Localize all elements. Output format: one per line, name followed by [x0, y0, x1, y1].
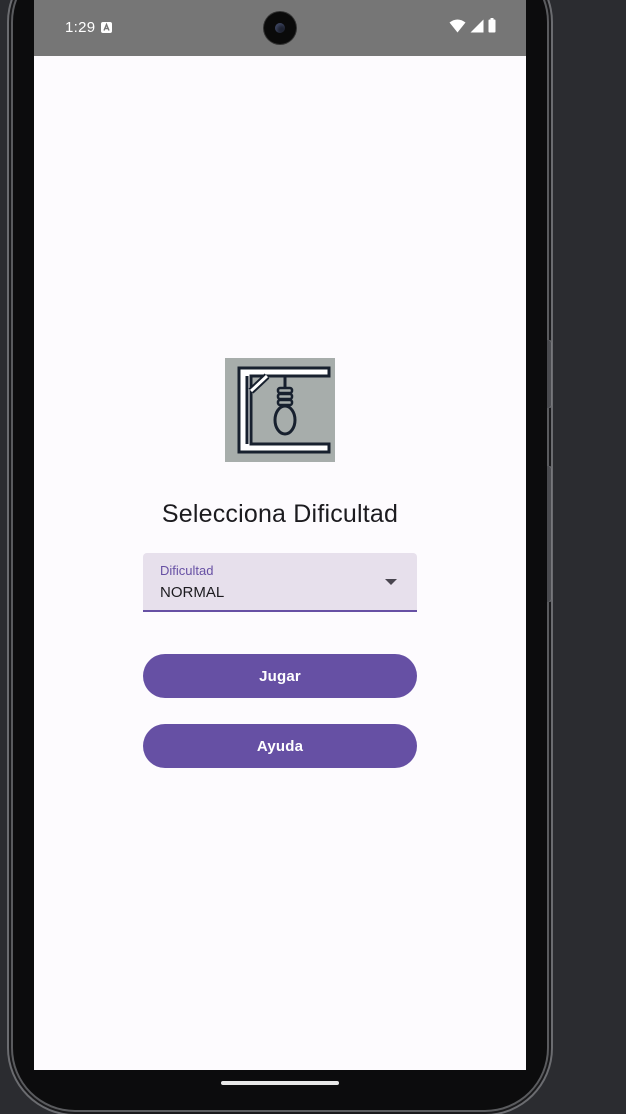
wifi-icon [449, 19, 466, 38]
dropdown-arrow-icon [385, 579, 397, 585]
battery-icon [488, 18, 496, 38]
play-button[interactable]: Jugar [143, 654, 417, 698]
page-title: Selecciona Dificultad [161, 500, 399, 528]
dropdown-label: Dificultad [160, 563, 214, 578]
gallows-noose-icon [225, 358, 335, 462]
gesture-nav-area [34, 1070, 526, 1114]
front-camera [264, 12, 296, 44]
volume-rocker[interactable] [547, 466, 552, 602]
help-button[interactable]: Ayuda [143, 724, 417, 768]
home-indicator[interactable] [221, 1081, 339, 1085]
emulator-stage: 1:29 Selecciona Dificultad Dificultad NO… [0, 0, 626, 1114]
dropdown-selected-value: NORMAL [160, 584, 225, 601]
phone-screen: 1:29 Selecciona Dificultad Dificultad NO… [34, 0, 526, 1070]
difficulty-dropdown[interactable]: Dificultad NORMAL [143, 553, 417, 612]
status-icons [449, 18, 496, 38]
status-time: 1:29 [65, 19, 96, 36]
a-notification-icon [101, 22, 112, 33]
power-button[interactable] [547, 340, 552, 408]
status-bar: 1:29 [34, 0, 526, 56]
signal-icon [470, 19, 484, 38]
